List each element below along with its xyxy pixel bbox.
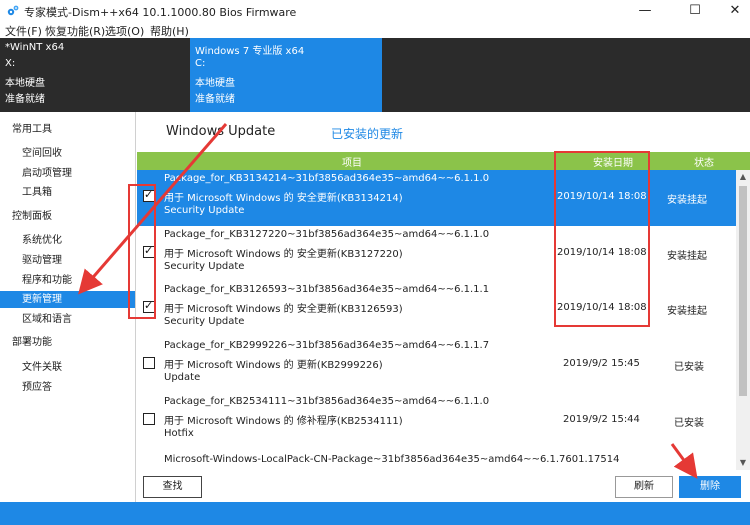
package-name: Package_for_KB2999226~31bf3856ad364e35~a… [164, 340, 490, 351]
refresh-button[interactable]: 刷新 [615, 476, 673, 498]
sidebar-item-answer-file[interactable]: 预应答 [0, 379, 135, 396]
window-title: 专家模式-Dism++x64 10.1.1000.80 Bios Firmwar… [24, 6, 297, 19]
package-name: Package_for_KB3126593~31bf3856ad364e35~a… [164, 284, 490, 295]
table-row[interactable]: Package_for_KB2999226~31bf3856ad364e35~a… [137, 337, 736, 393]
system-card-win7[interactable]: Windows 7 专业版 x64 C: 本地硬盘 准备就绪 [190, 38, 382, 112]
system-state: 准备就绪 [5, 94, 45, 105]
install-status: 安装挂起 [667, 306, 707, 317]
tab-installed-updates[interactable]: 已安装的更新 [331, 125, 403, 142]
scroll-up-arrow-icon[interactable]: ▲ [736, 170, 750, 184]
system-card-winnt[interactable]: *WinNT x64 X: 本地硬盘 准备就绪 [0, 38, 190, 112]
sidebar: 常用工具 空间回收 启动项管理 工具箱 控制面板 系统优化 驱动管理 程序和功能… [0, 112, 136, 502]
package-description: 用于 Microsoft Windows 的 更新(KB2999226) [164, 360, 383, 371]
install-status: 已安装 [674, 418, 704, 429]
package-name: Package_for_KB3127220~31bf3856ad364e35~a… [164, 229, 490, 240]
system-name: Windows 7 专业版 x64 [195, 46, 305, 57]
package-description: 用于 Microsoft Windows 的 安全更新(KB3126593) [164, 304, 403, 315]
package-type: Security Update [164, 316, 245, 327]
package-name: Microsoft-Windows-LocalPack-CN-Package~3… [164, 454, 620, 465]
system-drive: X: [5, 58, 16, 69]
install-date: 2019/9/2 15:44 [563, 414, 640, 425]
main-panel: Windows Update 已安装的更新 项目 安装日期 状态 ✓ Packa… [137, 112, 750, 502]
vertical-scrollbar[interactable]: ▲ ▼ [736, 170, 750, 470]
package-type: Hotfix [164, 428, 194, 439]
package-description: 用于 Microsoft Windows 的 安全更新(KB3127220) [164, 249, 403, 260]
table-header: 项目 安装日期 状态 [137, 152, 750, 170]
sidebar-item-startup[interactable]: 启动项管理 [0, 165, 135, 182]
status-bar [0, 502, 750, 525]
package-name: Package_for_KB2534111~31bf3856ad364e35~a… [164, 396, 490, 407]
table-row[interactable]: Microsoft-Windows-LocalPack-CN-Package~3… [137, 449, 736, 470]
menu-bar: 文件(F) 恢复功能(R) 选项(O) 帮助(H) [0, 22, 750, 38]
sidebar-item-update-management[interactable]: 更新管理 [0, 291, 135, 308]
sidebar-item-toolbox[interactable]: 工具箱 [0, 184, 135, 201]
sidebar-item-system-optimize[interactable]: 系统优化 [0, 232, 135, 249]
package-description: 用于 Microsoft Windows 的 修补程序(KB2534111) [164, 416, 403, 427]
tab-windows-update[interactable]: Windows Update [166, 124, 275, 139]
package-description: 用于 Microsoft Windows 的 安全更新(KB3134214) [164, 193, 403, 204]
system-selector: *WinNT x64 X: 本地硬盘 准备就绪 Windows 7 专业版 x6… [0, 38, 750, 112]
system-disk: 本地硬盘 [195, 78, 235, 89]
package-name: Package_for_KB3134214~31bf3856ad364e35~a… [164, 173, 490, 184]
system-drive: C: [195, 58, 206, 69]
menu-file[interactable]: 文件(F) [5, 23, 42, 39]
column-header-item[interactable]: 项目 [342, 154, 362, 169]
title-bar: 专家模式-Dism++x64 10.1.1000.80 Bios Firmwar… [0, 0, 750, 22]
sidebar-item-space-cleanup[interactable]: 空间回收 [0, 145, 135, 162]
delete-button[interactable]: 删除 [679, 476, 741, 498]
scroll-thumb[interactable] [739, 186, 747, 396]
package-type: Security Update [164, 205, 245, 216]
install-status: 安装挂起 [667, 251, 707, 262]
install-status: 已安装 [674, 362, 704, 373]
annotation-box-install-date [554, 151, 650, 327]
minimize-button[interactable]: — [624, 0, 666, 22]
sidebar-item-region-language[interactable]: 区域和语言 [0, 311, 135, 328]
install-status: 安装挂起 [667, 195, 707, 206]
row-checkbox[interactable] [143, 413, 155, 425]
column-header-status[interactable]: 状态 [694, 154, 714, 169]
gear-cluster-icon [7, 5, 19, 16]
system-state: 准备就绪 [195, 94, 235, 105]
row-checkbox[interactable] [143, 357, 155, 369]
scroll-down-arrow-icon[interactable]: ▼ [736, 456, 750, 470]
menu-restore[interactable]: 恢复功能(R) [45, 23, 105, 39]
package-type: Security Update [164, 261, 245, 272]
sidebar-item-programs[interactable]: 程序和功能 [0, 272, 135, 289]
sidebar-item-file-assoc[interactable]: 文件关联 [0, 359, 135, 376]
sidebar-item-drivers[interactable]: 驱动管理 [0, 252, 135, 269]
table-row[interactable]: Package_for_KB2534111~31bf3856ad364e35~a… [137, 393, 736, 449]
maximize-button[interactable]: ☐ [674, 0, 716, 22]
sidebar-group-deployment: 部署功能 [12, 337, 52, 348]
menu-help[interactable]: 帮助(H) [150, 23, 189, 39]
system-disk: 本地硬盘 [5, 78, 45, 89]
sidebar-group-control-panel: 控制面板 [12, 211, 52, 222]
install-date: 2019/9/2 15:45 [563, 358, 640, 369]
close-button[interactable]: ✕ [714, 0, 750, 22]
package-type: Update [164, 372, 201, 383]
annotation-box-checkboxes [128, 184, 156, 319]
menu-options[interactable]: 选项(O) [105, 23, 144, 39]
find-button[interactable]: 查找 [143, 476, 202, 498]
sidebar-group-common-tools: 常用工具 [12, 124, 52, 135]
system-name: *WinNT x64 [5, 42, 65, 53]
